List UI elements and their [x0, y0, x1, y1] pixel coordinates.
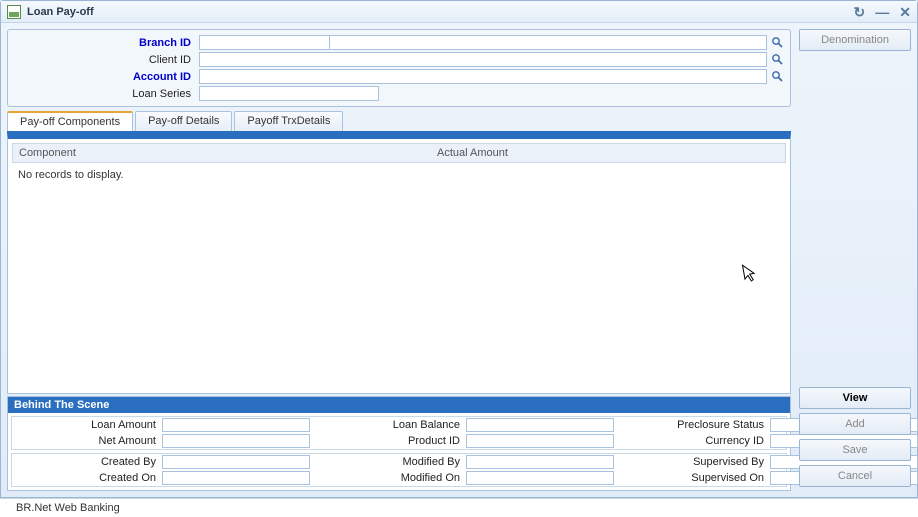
account-id-input[interactable] [199, 69, 767, 84]
product-id-label: Product ID [316, 435, 466, 447]
branch-id-code-input[interactable] [199, 35, 329, 50]
add-button[interactable]: Add [799, 413, 911, 435]
window-frame: Loan Pay-off ↻ — ✕ Branch ID [0, 0, 918, 498]
footer: BR.Net Web Banking [0, 498, 918, 517]
loan-balance-label: Loan Balance [316, 419, 466, 431]
view-button[interactable]: View [799, 387, 911, 409]
branch-id-lookup-icon[interactable] [770, 36, 784, 50]
preclosure-status-label: Preclosure Status [620, 419, 770, 431]
created-on-input[interactable] [162, 471, 310, 485]
header-form: Branch ID Client ID [7, 29, 791, 107]
modified-on-label: Modified On [316, 472, 466, 484]
cancel-button[interactable]: Cancel [799, 465, 911, 487]
supervised-on-label: Supervised On [620, 472, 770, 484]
client-id-lookup-icon[interactable] [770, 53, 784, 67]
client-id-label: Client ID [14, 54, 199, 66]
footer-text: BR.Net Web Banking [16, 502, 120, 514]
loan-amount-input[interactable] [162, 418, 310, 432]
tab-payoff-details[interactable]: Pay-off Details [135, 111, 232, 131]
grid-empty-text: No records to display. [18, 169, 124, 181]
save-button[interactable]: Save [799, 439, 911, 461]
created-on-label: Created On [12, 472, 162, 484]
cursor-icon [741, 262, 759, 284]
currency-id-label: Currency ID [620, 435, 770, 447]
loan-balance-input[interactable] [466, 418, 614, 432]
client-id-input[interactable] [199, 52, 767, 67]
titlebar-controls: ↻ — ✕ [854, 5, 911, 19]
created-by-label: Created By [12, 456, 162, 468]
net-amount-input[interactable] [162, 434, 310, 448]
net-amount-label: Net Amount [12, 435, 162, 447]
app-icon [7, 5, 21, 19]
account-id-lookup-icon[interactable] [770, 70, 784, 84]
loan-amount-label: Loan Amount [12, 419, 162, 431]
grid-header: Component Actual Amount [12, 143, 786, 163]
behind-the-scene-title: Behind The Scene [8, 397, 790, 413]
behind-the-scene-panel: Behind The Scene Loan Amount Loan Balanc… [7, 396, 791, 491]
supervised-by-label: Supervised By [620, 456, 770, 468]
modified-by-input[interactable] [466, 455, 614, 469]
titlebar: Loan Pay-off ↻ — ✕ [1, 1, 917, 23]
refresh-icon[interactable]: ↻ [854, 5, 866, 19]
account-id-label: Account ID [14, 71, 199, 83]
modified-on-input[interactable] [466, 471, 614, 485]
minimize-icon[interactable]: — [875, 5, 889, 19]
tabstrip: Pay-off Components Pay-off Details Payof… [7, 111, 791, 133]
branch-id-label: Branch ID [14, 37, 199, 49]
loan-series-input[interactable] [199, 86, 379, 101]
branch-id-name-input[interactable] [329, 35, 767, 50]
loan-series-label: Loan Series [14, 88, 199, 100]
created-by-input[interactable] [162, 455, 310, 469]
tab-payoff-components[interactable]: Pay-off Components [7, 111, 133, 131]
tab-payoff-trxdetails[interactable]: Payoff TrxDetails [234, 111, 343, 131]
grid-body: No records to display. [12, 163, 786, 389]
components-grid: Component Actual Amount No records to di… [7, 133, 791, 394]
col-component: Component [19, 147, 437, 159]
modified-by-label: Modified By [316, 456, 466, 468]
denomination-button[interactable]: Denomination [799, 29, 911, 51]
window-title: Loan Pay-off [27, 6, 854, 18]
product-id-input[interactable] [466, 434, 614, 448]
col-actual-amount: Actual Amount [437, 147, 779, 159]
close-icon[interactable]: ✕ [899, 5, 911, 19]
